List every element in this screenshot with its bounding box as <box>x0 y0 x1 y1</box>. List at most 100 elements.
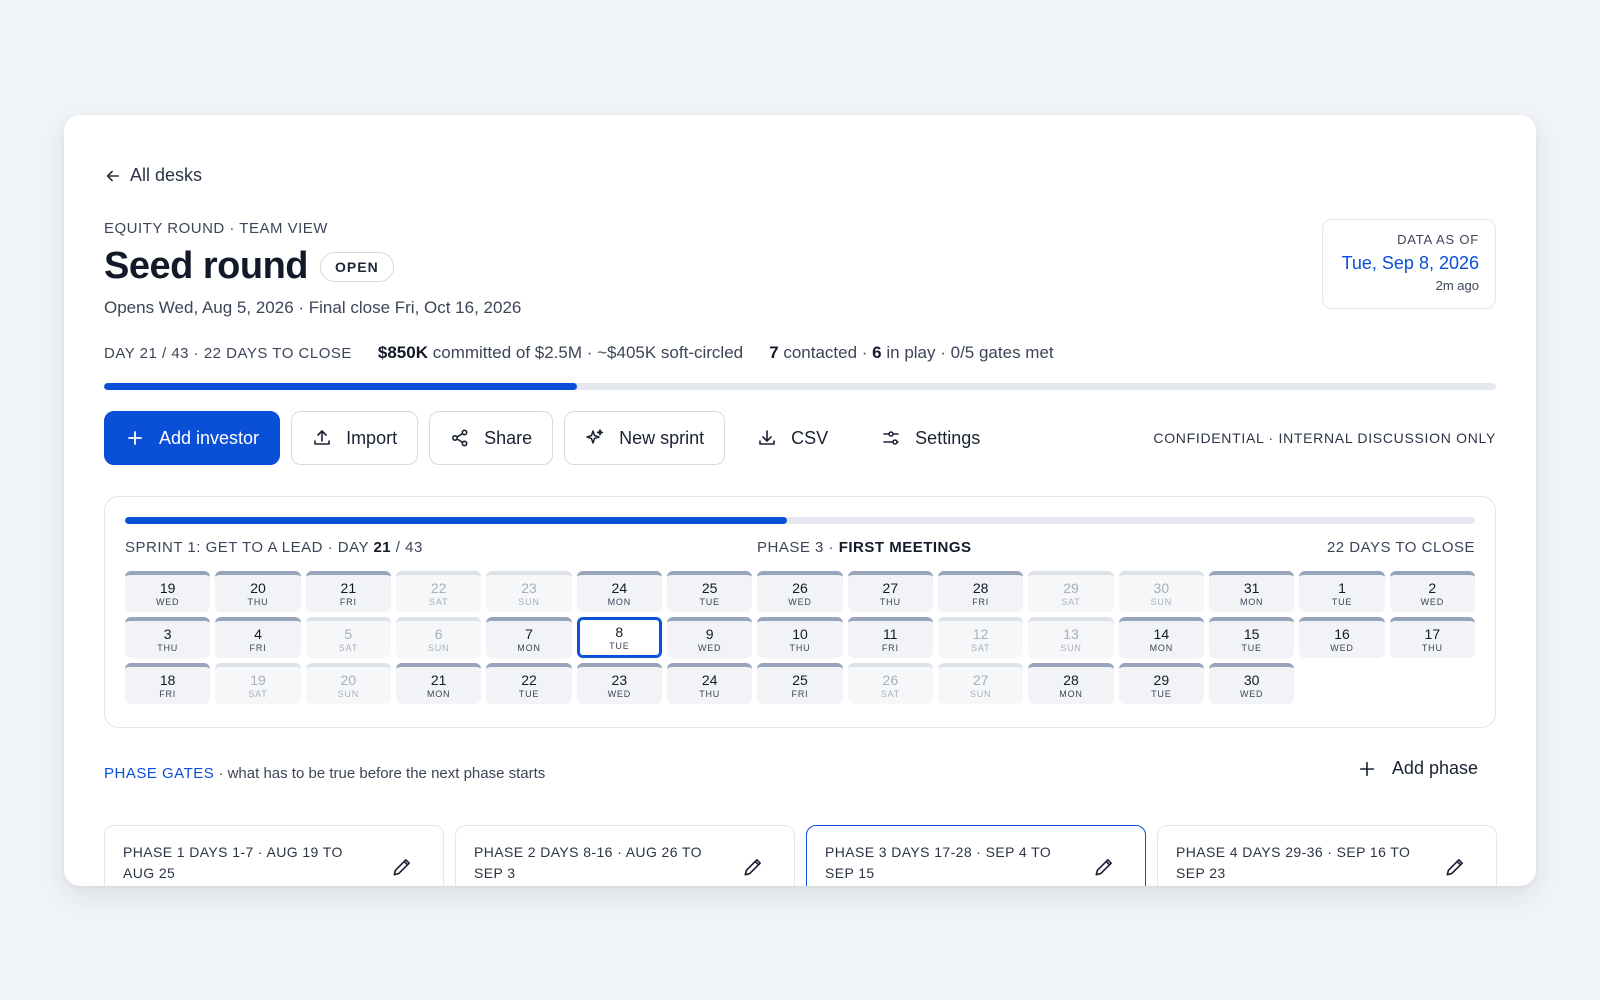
pencil-icon[interactable] <box>742 856 764 878</box>
sprint-day: 21 <box>373 539 392 556</box>
calendar-day-weekday: MON <box>607 596 632 607</box>
new-sprint-button[interactable]: New sprint <box>564 411 726 465</box>
calendar-day[interactable]: 19 SAT <box>215 663 301 704</box>
calendar-day-weekday: WED <box>697 642 722 653</box>
settings-button[interactable]: Settings <box>860 411 1002 465</box>
calendar-day-number: 23 <box>521 579 537 596</box>
calendar-day[interactable]: 13 SUN <box>1028 617 1114 658</box>
calendar-day-number: 28 <box>1063 671 1079 688</box>
calendar-day[interactable]: 27 SUN <box>938 663 1024 704</box>
calendar-day-weekday: TUE <box>1331 596 1353 607</box>
calendar-day[interactable]: 10 THU <box>757 617 843 658</box>
import-button[interactable]: Import <box>291 411 419 465</box>
sprint-label: SPRINT 1: GET TO A LEAD · DAY 21 / 43 <box>125 539 423 556</box>
calendar-day[interactable]: 27 THU <box>847 571 933 612</box>
import-label: Import <box>346 427 398 448</box>
calendar-day[interactable]: 24 THU <box>667 663 753 704</box>
settings-label: Settings <box>915 427 981 448</box>
calendar-day-weekday: TUE <box>699 596 720 607</box>
new-sprint-label: New sprint <box>619 427 705 448</box>
sprint-calendar: 19 WED 20 THU 21 FRI 22 SAT 23 SUN 24 MON 25 TUE 26 WED… <box>125 571 1475 704</box>
calendar-day[interactable]: 24 MON <box>576 571 662 612</box>
calendar-day[interactable]: 26 SAT <box>847 663 933 704</box>
pencil-icon[interactable] <box>391 856 413 878</box>
calendar-day[interactable]: 30 WED <box>1209 663 1295 704</box>
calendar-day[interactable]: 20 THU <box>215 571 301 612</box>
csv-label: CSV <box>791 427 829 448</box>
calendar-day-number: 5 <box>344 625 353 642</box>
raise-progress-fill <box>104 383 578 390</box>
calendar-day[interactable]: 2 WED <box>1389 571 1475 612</box>
calendar-day[interactable]: 4 FRI <box>215 617 301 658</box>
sprint-panel: SPRINT 1: GET TO A LEAD · DAY 21 / 43 PH… <box>104 496 1496 728</box>
calendar-day-number: 15 <box>1243 625 1260 642</box>
calendar-day[interactable]: 19 WED <box>125 571 211 612</box>
calendar-day[interactable]: 30 SUN <box>1118 571 1204 612</box>
phase-card[interactable]: PHASE 4 DAYS 29-36 · SEP 16 TO SEP 23 <box>1157 825 1497 886</box>
phase-card[interactable]: PHASE 3 DAYS 17-28 · SEP 4 TO SEP 15 <box>806 825 1146 886</box>
contacted-label: contacted · <box>783 343 868 362</box>
calendar-day-weekday: SAT <box>971 642 991 653</box>
calendar-day-number: 10 <box>792 625 808 642</box>
share-label: Share <box>484 427 533 448</box>
calendar-day[interactable]: 22 TUE <box>486 663 572 704</box>
share-button[interactable]: Share <box>429 411 554 465</box>
calendar-day-number: 29 <box>1153 671 1170 688</box>
calendar-day-weekday: WED <box>155 596 180 607</box>
calendar-day[interactable]: 17 THU <box>1389 617 1475 658</box>
calendar-day-number: 2 <box>1428 579 1437 596</box>
calendar-day-number: 22 <box>521 671 537 688</box>
calendar-day[interactable]: 28 FRI <box>938 571 1024 612</box>
calendar-day-number: 26 <box>792 579 808 596</box>
calendar-day[interactable]: 7 MON <box>486 617 572 658</box>
calendar-day[interactable]: 22 SAT <box>396 571 482 612</box>
calendar-day[interactable]: 1 TUE <box>1299 571 1385 612</box>
pencil-icon[interactable] <box>1444 856 1466 878</box>
calendar-day[interactable]: 20 SUN <box>305 663 391 704</box>
calendar-day-weekday: MON <box>1059 688 1083 699</box>
pencil-icon[interactable] <box>1093 856 1115 878</box>
calendar-day[interactable]: 16 WED <box>1299 617 1385 658</box>
calendar-day-weekday: WED <box>1420 596 1445 607</box>
calendar-day-number: 19 <box>159 579 176 596</box>
sprint-day-total: / 43 <box>395 539 423 556</box>
calendar-day[interactable]: 11 FRI <box>847 617 933 658</box>
phase-prefix: PHASE 3 · <box>757 539 835 556</box>
calendar-day[interactable]: 6 SUN <box>396 617 482 658</box>
phase-card[interactable]: PHASE 1 DAYS 1-7 · AUG 19 TO AUG 25 <box>104 825 444 886</box>
calendar-day[interactable]: 21 FRI <box>305 571 391 612</box>
calendar-day[interactable]: 12 SAT <box>938 617 1024 658</box>
calendar-day[interactable]: 28 MON <box>1028 663 1114 704</box>
calendar-day[interactable]: 21 MON <box>396 663 482 704</box>
calendar-day[interactable]: 26 WED <box>757 571 843 612</box>
calendar-day[interactable]: 3 THU <box>125 617 211 658</box>
calendar-day[interactable]: 23 SUN <box>486 571 572 612</box>
calendar-day[interactable]: 18 FRI <box>125 663 211 704</box>
calendar-day-number: 7 <box>525 625 533 642</box>
add-investor-button[interactable]: Add investor <box>104 411 281 465</box>
calendar-day-today[interactable]: 8 TUE <box>576 617 662 658</box>
calendar-day-number: 24 <box>701 671 718 688</box>
calendar-day-number: 21 <box>340 579 357 596</box>
calendar-day-weekday: THU <box>157 642 179 653</box>
calendar-day-weekday: SAT <box>880 688 900 699</box>
calendar-day[interactable]: 14 MON <box>1118 617 1204 658</box>
calendar-day-number: 16 <box>1334 625 1350 642</box>
calendar-day-weekday: SUN <box>427 642 450 653</box>
calendar-day[interactable]: 29 SAT <box>1028 571 1114 612</box>
calendar-day[interactable]: 23 WED <box>576 663 662 704</box>
calendar-day[interactable]: 5 SAT <box>305 617 391 658</box>
calendar-day[interactable]: 25 TUE <box>667 571 753 612</box>
calendar-day[interactable]: 29 TUE <box>1118 663 1204 704</box>
csv-button[interactable]: CSV <box>736 411 850 465</box>
page-title: Seed round <box>104 245 309 287</box>
phase-card[interactable]: PHASE 2 DAYS 8-16 · AUG 26 TO SEP 3 <box>455 825 795 886</box>
calendar-day[interactable]: 9 WED <box>667 617 753 658</box>
calendar-day[interactable]: 15 TUE <box>1209 617 1295 658</box>
calendar-day[interactable]: 25 FRI <box>757 663 843 704</box>
add-phase-button[interactable]: Add phase <box>1358 758 1478 779</box>
calendar-day-number: 14 <box>1153 625 1170 642</box>
calendar-day[interactable]: 31 MON <box>1209 571 1295 612</box>
back-link[interactable]: All desks <box>104 165 202 186</box>
calendar-day-weekday: MON <box>517 642 541 653</box>
